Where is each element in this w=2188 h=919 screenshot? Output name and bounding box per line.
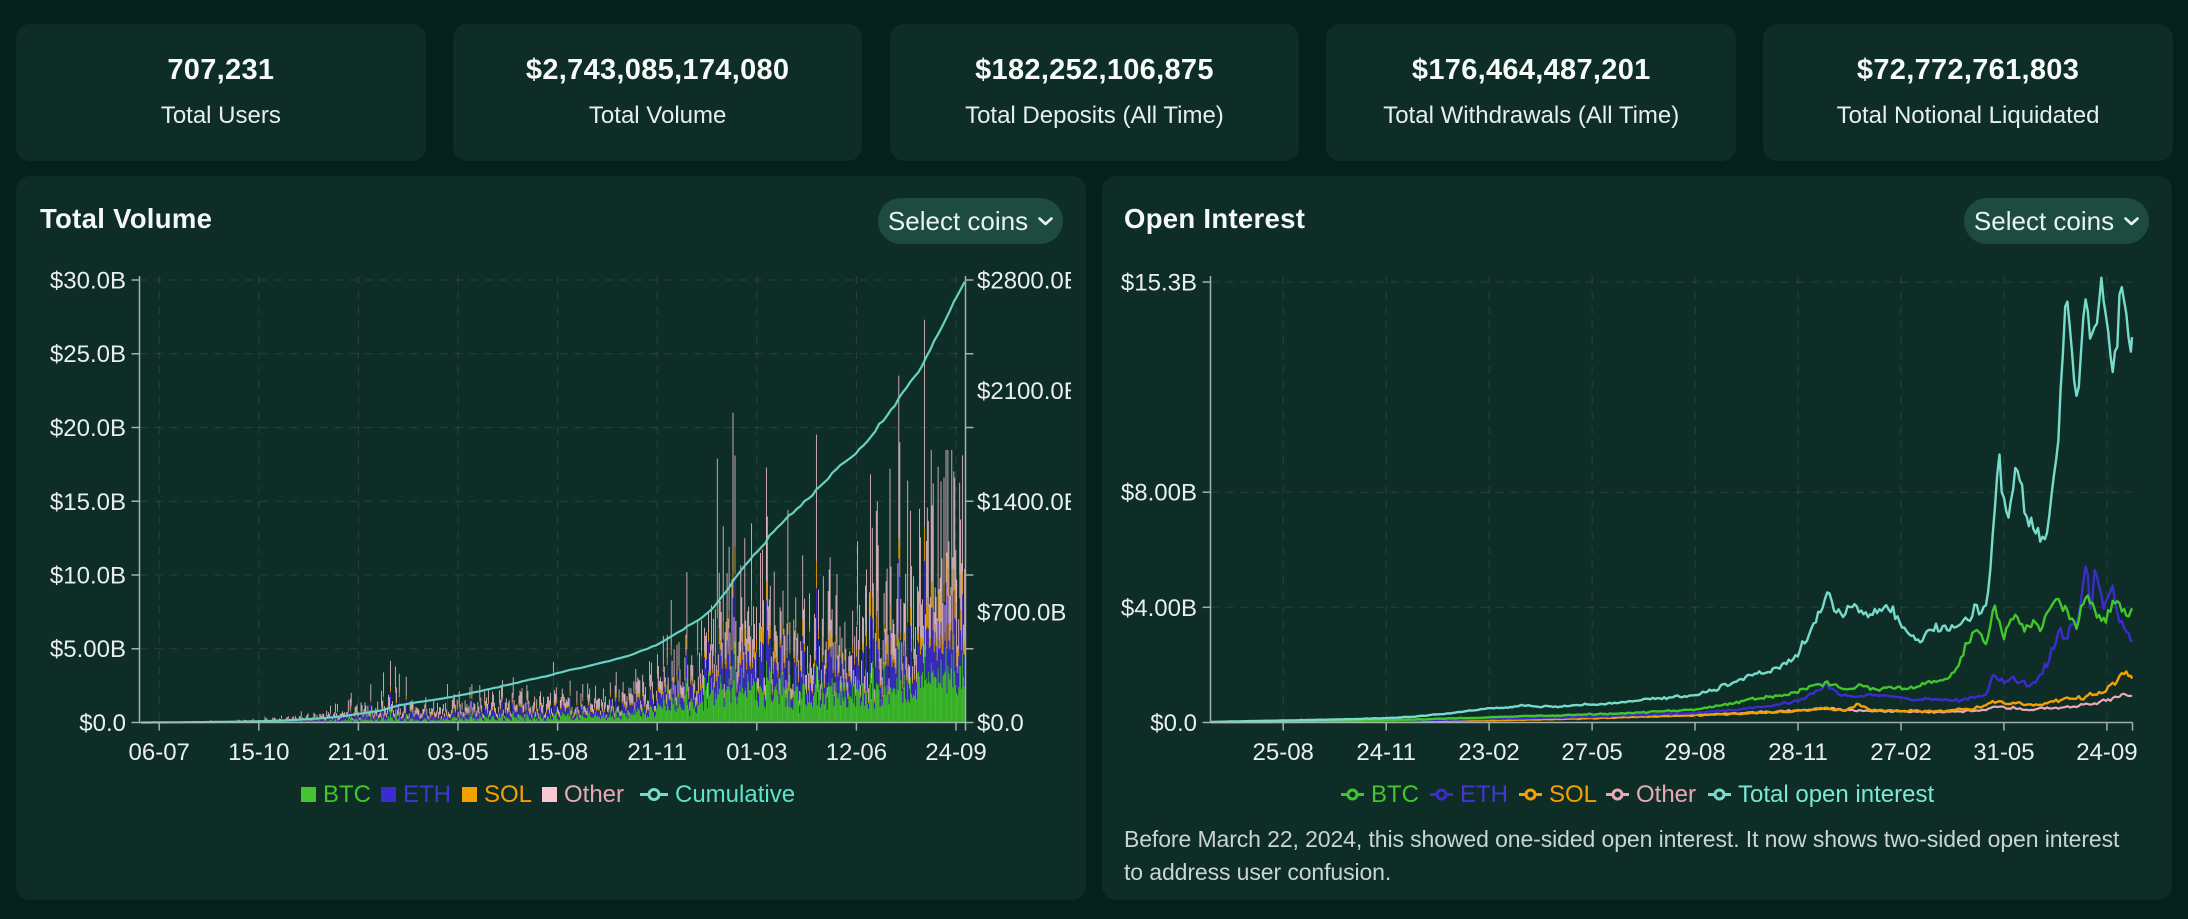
- svg-text:SOL: SOL: [1549, 781, 1597, 808]
- svg-text:15-08: 15-08: [527, 739, 588, 766]
- svg-text:$4.00B: $4.00B: [1121, 595, 1197, 622]
- svg-text:$1400.0B: $1400.0B: [977, 489, 1080, 516]
- svg-text:$30.0B: $30.0B: [50, 268, 126, 295]
- svg-text:Cumulative: Cumulative: [675, 781, 795, 808]
- svg-text:27-05: 27-05: [1561, 739, 1622, 766]
- svg-text:ETH: ETH: [1460, 781, 1508, 808]
- svg-text:01-03: 01-03: [726, 739, 787, 766]
- svg-text:$20.0B: $20.0B: [50, 415, 126, 442]
- svg-text:06-07: 06-07: [129, 739, 190, 766]
- svg-text:29-08: 29-08: [1664, 739, 1725, 766]
- svg-text:$2800.0B: $2800.0B: [977, 268, 1080, 295]
- svg-text:ETH: ETH: [403, 781, 451, 808]
- svg-text:21-01: 21-01: [328, 739, 389, 766]
- svg-text:31-05: 31-05: [1973, 739, 2034, 766]
- svg-text:24-11: 24-11: [1356, 739, 1416, 766]
- svg-text:24-09: 24-09: [2076, 739, 2137, 766]
- svg-text:BTC: BTC: [1371, 781, 1419, 808]
- svg-text:BTC: BTC: [323, 781, 371, 808]
- svg-text:27-02: 27-02: [1870, 739, 1931, 766]
- svg-text:Other: Other: [564, 781, 624, 808]
- svg-text:21-11: 21-11: [627, 739, 687, 766]
- svg-text:24-09: 24-09: [925, 739, 986, 766]
- svg-text:$0.0: $0.0: [79, 710, 126, 737]
- svg-text:23-02: 23-02: [1458, 739, 1519, 766]
- svg-text:$5.00B: $5.00B: [50, 636, 126, 663]
- svg-text:$700.0B: $700.0B: [977, 599, 1066, 626]
- svg-text:12-06: 12-06: [826, 739, 887, 766]
- svg-text:Total open interest: Total open interest: [1738, 781, 1934, 808]
- svg-text:15-10: 15-10: [228, 739, 289, 766]
- svg-text:$0.0: $0.0: [977, 710, 1024, 737]
- svg-text:Other: Other: [1636, 781, 1696, 808]
- svg-text:03-05: 03-05: [427, 739, 488, 766]
- svg-text:SOL: SOL: [484, 781, 532, 808]
- svg-text:$10.0B: $10.0B: [50, 563, 126, 590]
- svg-text:$25.0B: $25.0B: [50, 341, 126, 368]
- svg-text:$15.3B: $15.3B: [1121, 270, 1197, 297]
- svg-text:28-11: 28-11: [1768, 739, 1828, 766]
- svg-text:$8.00B: $8.00B: [1121, 480, 1197, 507]
- svg-text:$2100.0B: $2100.0B: [977, 378, 1080, 405]
- svg-text:$15.0B: $15.0B: [50, 489, 126, 516]
- svg-text:$0.0: $0.0: [1150, 710, 1197, 737]
- svg-text:25-08: 25-08: [1253, 739, 1314, 766]
